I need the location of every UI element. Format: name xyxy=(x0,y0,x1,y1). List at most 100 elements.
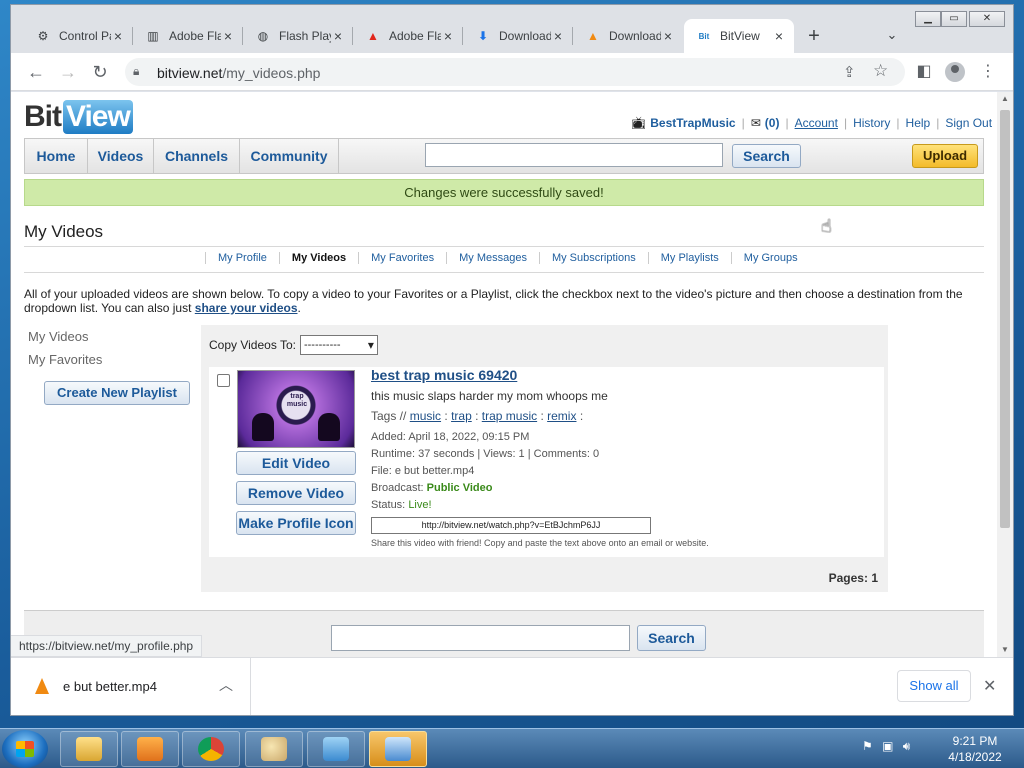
edit-video-button[interactable]: Edit Video xyxy=(236,451,356,475)
tab-adobe-flash-2[interactable]: ▲ Adobe Flash × xyxy=(353,19,463,53)
tab-downloads[interactable]: ⬇ Downloads × xyxy=(463,19,573,53)
copy-destination-select[interactable]: ---------- xyxy=(299,335,378,355)
flag-icon[interactable]: ⚑ xyxy=(862,739,873,753)
subnav-my-messages[interactable]: My Messages xyxy=(446,252,539,264)
globe-icon: ◍ xyxy=(257,29,269,43)
taskbar-remote-desktop[interactable] xyxy=(369,731,427,767)
side-panel-icon[interactable]: ◧ xyxy=(913,61,935,83)
address-bar[interactable]: 🔒︎ bitview.net/my_videos.php ⇪ ☆ xyxy=(125,58,905,86)
tab-title: Adobe Flash xyxy=(169,29,221,43)
search-button[interactable]: Search xyxy=(732,144,801,168)
new-tab-button[interactable]: + xyxy=(803,25,825,47)
page-scrollbar[interactable]: ▲ ▼ xyxy=(997,92,1013,657)
tag-link[interactable]: remix xyxy=(547,409,576,423)
maximize-button[interactable]: ▭ xyxy=(941,11,967,27)
create-playlist-button[interactable]: Create New Playlist xyxy=(44,381,190,405)
video-status: Live! xyxy=(408,499,432,511)
footer-search-button[interactable]: Search xyxy=(637,625,706,651)
star-icon[interactable]: ☆ xyxy=(873,61,888,81)
close-window-button[interactable]: ✕ xyxy=(969,11,1005,27)
show-all-button[interactable]: Show all xyxy=(897,670,971,702)
reload-icon[interactable]: ↻ xyxy=(89,61,111,83)
close-icon[interactable]: × xyxy=(221,28,235,44)
username-link[interactable]: BestTrapMusic xyxy=(650,116,735,130)
status-url: https://bitview.net/my_profile.php xyxy=(11,635,203,657)
network-icon[interactable]: ▣ xyxy=(882,739,893,753)
subnav-my-profile[interactable]: My Profile xyxy=(205,252,279,264)
share-videos-link[interactable]: share your videos xyxy=(195,301,298,315)
close-icon[interactable]: ✕ xyxy=(983,676,996,696)
account-subnav: My Profile My Videos My Favorites My Mes… xyxy=(205,252,810,264)
taskbar-media-player[interactable] xyxy=(121,731,179,767)
tab-downloads-vlc[interactable]: ▲ Downloads × xyxy=(573,19,683,53)
tag-link[interactable]: music xyxy=(410,409,441,423)
video-tags: Tags // music : trap : trap music : remi… xyxy=(371,409,584,423)
profile-avatar[interactable] xyxy=(945,62,965,82)
subnav-my-groups[interactable]: My Groups xyxy=(730,252,810,264)
chevron-up-icon[interactable]: ︿ xyxy=(219,675,233,695)
tab-bitview[interactable]: Bit BitView × xyxy=(684,19,794,53)
footer-search-input[interactable] xyxy=(331,625,630,651)
share-url-field[interactable]: http://bitview.net/watch.php?v=EtBJchmP6… xyxy=(371,517,651,534)
subnav-my-playlists[interactable]: My Playlists xyxy=(647,252,731,264)
subnav-my-videos[interactable]: My Videos xyxy=(278,252,358,264)
taskbar-paint[interactable] xyxy=(245,731,303,767)
download-item[interactable]: e but better.mp4 ︿ xyxy=(11,658,251,715)
sign-out-link[interactable]: Sign Out xyxy=(945,116,992,130)
page-number[interactable]: 1 xyxy=(871,571,878,585)
close-icon[interactable]: × xyxy=(551,28,565,44)
nav-videos[interactable]: Videos xyxy=(88,139,154,173)
start-button[interactable] xyxy=(2,730,48,768)
nav-community[interactable]: Community xyxy=(240,139,339,173)
main-nav: Home Videos Channels Community Search Up… xyxy=(24,138,984,174)
help-link[interactable]: Help xyxy=(906,116,931,130)
media-player-icon xyxy=(137,737,163,761)
sidebar-my-videos[interactable]: My Videos xyxy=(28,329,88,344)
menu-icon[interactable]: ⋮ xyxy=(977,61,999,83)
sidebar-my-favorites[interactable]: My Favorites xyxy=(28,352,102,367)
subnav-my-favorites[interactable]: My Favorites xyxy=(358,252,446,264)
volume-icon[interactable]: 🔊︎ xyxy=(903,739,911,753)
chevron-down-icon[interactable]: ⌄ xyxy=(883,27,901,45)
account-link[interactable]: Account xyxy=(795,116,838,130)
back-arrow-icon[interactable]: ← xyxy=(25,61,47,83)
tv-icon: 📺︎ xyxy=(631,116,647,130)
video-thumbnail[interactable]: trap music xyxy=(237,370,355,448)
tab-adobe-flash[interactable]: ▥ Adobe Flash × xyxy=(133,19,243,53)
browser-toolbar: ← → ↻ 🔒︎ bitview.net/my_videos.php ⇪ ☆ ◧… xyxy=(11,53,1013,91)
video-card: trap music Edit Video Remove Video Make … xyxy=(209,367,884,557)
taskbar-chrome[interactable] xyxy=(182,731,240,767)
close-icon[interactable]: × xyxy=(661,28,675,44)
bitview-logo[interactable]: Bit View xyxy=(24,100,133,134)
video-title-link[interactable]: best trap music 69420 xyxy=(371,367,871,383)
make-profile-icon-button[interactable]: Make Profile Icon xyxy=(236,511,356,535)
control-panel-icon: ⚙ xyxy=(37,29,49,43)
tab-control-panel[interactable]: ⚙ Control Panel × xyxy=(23,19,133,53)
address-url[interactable]: bitview.net/my_videos.php xyxy=(157,65,320,81)
remove-video-button[interactable]: Remove Video xyxy=(236,481,356,505)
share-icon[interactable]: ⇪ xyxy=(843,63,856,81)
history-link[interactable]: History xyxy=(853,116,890,130)
nav-home[interactable]: Home xyxy=(25,139,88,173)
search-input[interactable] xyxy=(425,143,723,167)
close-icon[interactable]: × xyxy=(331,28,345,44)
tag-link[interactable]: trap music xyxy=(482,409,537,423)
video-checkbox[interactable] xyxy=(217,374,230,387)
close-icon[interactable]: × xyxy=(772,28,786,44)
forward-arrow-icon[interactable]: → xyxy=(57,61,79,83)
inbox-count[interactable]: (0) xyxy=(765,116,780,130)
taskbar-explorer[interactable] xyxy=(60,731,118,767)
video-panel: Copy Videos To: ---------- trap music Ed… xyxy=(201,325,888,592)
broadcast-status: Public Video xyxy=(426,482,493,494)
tab-flash-player[interactable]: ◍ Flash Player × xyxy=(243,19,353,53)
close-icon[interactable]: × xyxy=(441,28,455,44)
minimize-button[interactable]: ▁ xyxy=(915,11,941,27)
mail-icon[interactable]: ✉ xyxy=(751,116,761,130)
upload-button[interactable]: Upload xyxy=(912,144,978,168)
tag-link[interactable]: trap xyxy=(451,409,472,423)
close-icon[interactable]: × xyxy=(111,28,125,44)
nav-channels[interactable]: Channels xyxy=(154,139,240,173)
subnav-my-subscriptions[interactable]: My Subscriptions xyxy=(538,252,648,264)
taskbar-photo-viewer[interactable] xyxy=(307,731,365,767)
system-clock[interactable]: 9:21 PM 4/18/2022 xyxy=(940,733,1010,765)
